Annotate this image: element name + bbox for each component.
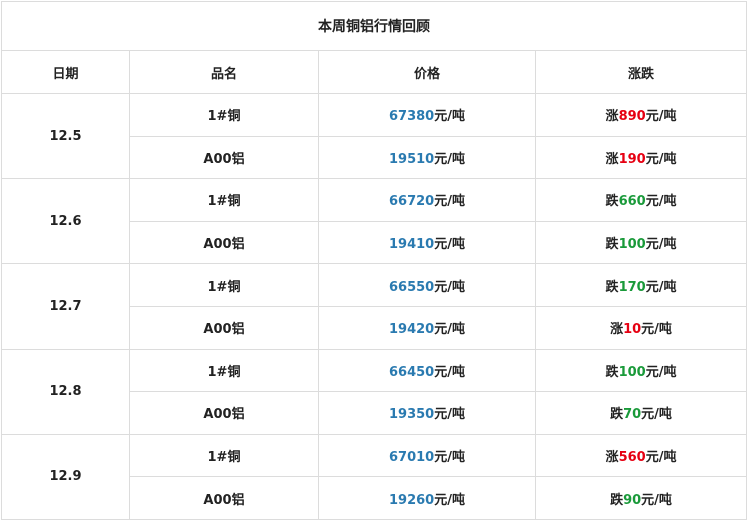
change-amount: 70 [623,407,642,423]
price-unit: 元/吨 [434,450,465,466]
change-unit: 元/吨 [645,450,677,466]
date-cell: 12.9 [1,433,130,520]
change-amount: 90 [623,492,642,508]
date-cell: 12.5 [1,92,130,180]
price-cell: 66450元/吨 [318,348,536,393]
change-direction: 跌 [605,279,619,295]
price-cell: 19410元/吨 [318,220,536,265]
price-cell: 19350元/吨 [318,391,536,435]
price-cell: 67010元/吨 [318,433,536,478]
header-change: 涨跌 [535,50,747,94]
price-value: 67380 [389,109,435,125]
price-unit: 元/吨 [434,109,465,125]
change-direction: 跌 [605,194,619,210]
price-value: 19420 [389,322,435,338]
date-cell: 12.7 [1,263,130,350]
product-cell: A00铝 [129,135,319,180]
table-row: 12.8 1#铜 66450元/吨 跌100元/吨 [1,348,747,435]
price-cell: 66550元/吨 [318,263,536,307]
price-unit: 元/吨 [434,151,465,167]
change-amount: 100 [618,364,646,380]
price-value: 19260 [389,492,435,508]
change-direction: 涨 [605,450,619,466]
price-unit: 元/吨 [434,364,465,380]
table-title: 本周铜铝行情回顾 [1,1,747,51]
change-direction: 跌 [605,237,619,253]
price-cell: 19420元/吨 [318,305,536,350]
change-amount: 890 [618,109,646,125]
change-unit: 元/吨 [645,364,677,380]
change-cell: 跌70元/吨 [535,391,747,435]
change-unit: 元/吨 [645,109,677,125]
table-row: 12.6 1#铜 66720元/吨 跌660元/吨 [1,178,747,265]
change-unit: 元/吨 [645,237,677,253]
price-unit: 元/吨 [434,322,465,338]
product-cell: 1#铜 [129,178,319,222]
product-cell: A00铝 [129,391,319,435]
price-cell: 19260元/吨 [318,476,536,520]
price-unit: 元/吨 [434,407,465,423]
change-unit: 元/吨 [641,492,672,508]
change-cell: 跌660元/吨 [535,178,747,222]
product-cell: A00铝 [129,220,319,265]
product-cell: 1#铜 [129,263,319,307]
change-unit: 元/吨 [645,151,677,167]
change-cell: 跌100元/吨 [535,348,747,393]
change-direction: 跌 [610,492,624,508]
change-unit: 元/吨 [641,407,672,423]
change-cell: 跌100元/吨 [535,220,747,265]
change-direction: 涨 [605,109,619,125]
table-row: 12.7 1#铜 66550元/吨 跌170元/吨 [1,263,747,350]
title-row: 本周铜铝行情回顾 [1,1,747,51]
price-value: 19510 [389,151,435,167]
date-cell: 12.8 [1,348,130,435]
change-unit: 元/吨 [645,194,677,210]
change-amount: 660 [618,194,646,210]
change-cell: 涨890元/吨 [535,93,747,137]
header-price: 价格 [318,50,536,94]
change-direction: 涨 [605,151,619,167]
product-cell: 1#铜 [129,348,319,393]
change-direction: 跌 [605,364,619,380]
price-review-table: 本周铜铝行情回顾 日期 品名 价格 涨跌 12.5 1#铜 67380元/吨 涨890… [1,1,747,520]
table-body: 12.5 1#铜 67380元/吨 涨890元/吨 A00铝 19510元/吨 涨190元/… [1,92,747,520]
change-unit: 元/吨 [645,279,677,295]
change-direction: 跌 [610,407,624,423]
change-unit: 元/吨 [641,322,672,338]
change-cell: 涨10元/吨 [535,305,747,350]
change-amount: 560 [618,450,646,466]
product-cell: A00铝 [129,476,319,520]
table-row: 12.9 1#铜 67010元/吨 涨560元/吨 [1,433,747,520]
price-unit: 元/吨 [434,279,465,295]
price-cell: 67380元/吨 [318,93,536,137]
price-value: 67010 [389,450,435,466]
date-cell: 12.6 [1,178,130,265]
change-cell: 涨190元/吨 [535,135,747,180]
price-unit: 元/吨 [434,237,465,253]
price-value: 66720 [389,194,435,210]
price-value: 19410 [389,237,435,253]
price-value: 66450 [389,364,435,380]
product-cell: 1#铜 [129,93,319,137]
header-date: 日期 [1,50,130,94]
change-amount: 170 [618,279,646,295]
change-cell: 跌90元/吨 [535,476,747,520]
product-cell: A00铝 [129,305,319,350]
change-amount: 10 [623,322,642,338]
price-value: 66550 [389,279,435,295]
price-value: 19350 [389,407,435,423]
table-row: 12.5 1#铜 67380元/吨 涨890元/吨 [1,92,747,180]
change-amount: 100 [618,237,646,253]
price-cell: 19510元/吨 [318,135,536,180]
change-direction: 涨 [610,322,624,338]
header-row: 日期 品名 价格 涨跌 [1,50,747,94]
change-cell: 涨560元/吨 [535,433,747,478]
price-cell: 66720元/吨 [318,178,536,222]
price-unit: 元/吨 [434,194,465,210]
price-unit: 元/吨 [434,492,465,508]
change-cell: 跌170元/吨 [535,263,747,307]
product-cell: 1#铜 [129,433,319,478]
header-product: 品名 [129,50,319,94]
change-amount: 190 [618,151,646,167]
